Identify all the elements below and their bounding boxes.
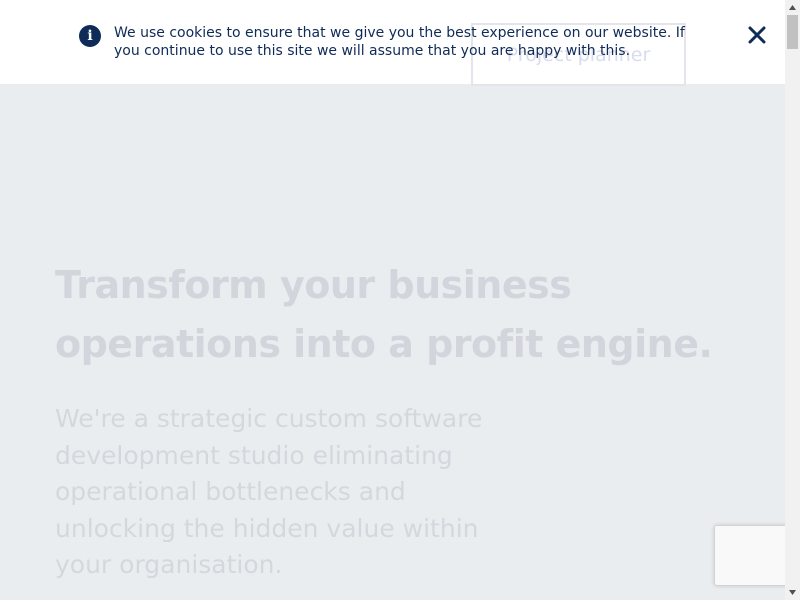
vertical-scrollbar[interactable]: [785, 0, 800, 600]
viewport: Project planner i We use cookies to ensu…: [0, 0, 785, 600]
hero-title: Transform your business operations into …: [55, 263, 713, 366]
info-icon: i: [79, 25, 101, 47]
close-cookie-button[interactable]: [744, 22, 770, 48]
scroll-down-arrow-icon[interactable]: [785, 585, 800, 600]
recaptcha-badge[interactable]: [714, 525, 785, 586]
cookie-message: We use cookies to ensure that we give yo…: [114, 25, 685, 59]
cookie-banner: i We use cookies to ensure that we give …: [0, 0, 785, 84]
hero-subtitle: We're a strategic custom software develo…: [55, 404, 483, 579]
close-icon: [748, 26, 766, 44]
scroll-thumb[interactable]: [787, 15, 798, 49]
scroll-up-arrow-icon[interactable]: [785, 0, 800, 15]
page: Project planner i We use cookies to ensu…: [0, 0, 800, 600]
